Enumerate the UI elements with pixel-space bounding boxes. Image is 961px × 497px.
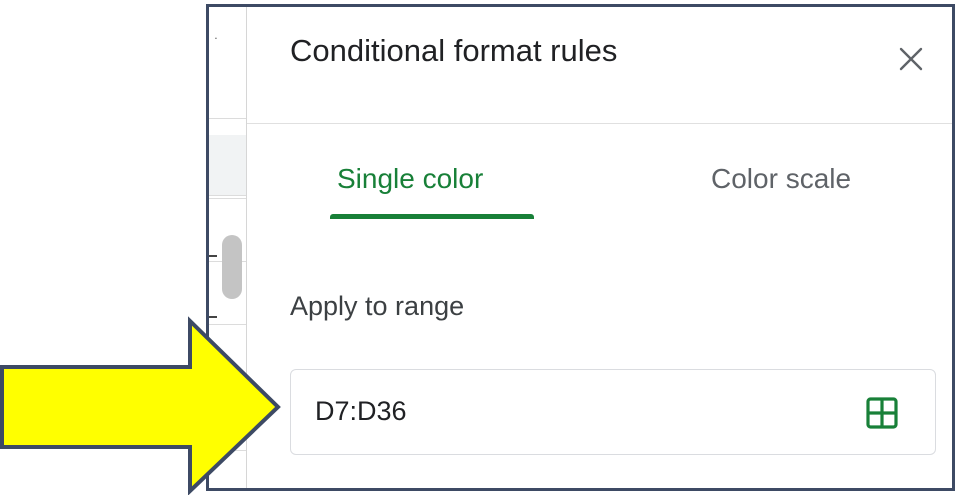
select-data-range-button[interactable] — [865, 396, 899, 430]
header-row-band — [209, 135, 246, 196]
apply-to-range-label: Apply to range — [290, 291, 465, 321]
tab-color-scale[interactable]: Color scale — [711, 163, 851, 195]
range-input-value[interactable]: D7:D36 — [315, 396, 407, 427]
column-header-area: ˙ — [209, 7, 246, 119]
scrollbar-thumb[interactable] — [222, 235, 242, 299]
cell-border-mark — [209, 255, 217, 257]
close-button[interactable] — [895, 43, 927, 75]
header-divider — [247, 123, 952, 124]
conditional-format-panel: Conditional format rules Single color Co… — [247, 7, 952, 488]
close-icon — [899, 47, 923, 71]
range-input[interactable]: D7:D36 — [290, 369, 936, 455]
row-divider — [209, 198, 246, 199]
annotated-screenshot: ˙ Conditional format rules Single color … — [0, 0, 961, 497]
active-tab-indicator — [330, 214, 534, 219]
column-menu-mark: ˙ — [214, 36, 220, 53]
screenshot-frame: ˙ Conditional format rules Single color … — [206, 4, 955, 491]
arrow-right-icon — [0, 316, 281, 495]
panel-title: Conditional format rules — [290, 33, 618, 68]
tab-single-color[interactable]: Single color — [337, 163, 483, 195]
grid-select-icon — [866, 397, 898, 429]
